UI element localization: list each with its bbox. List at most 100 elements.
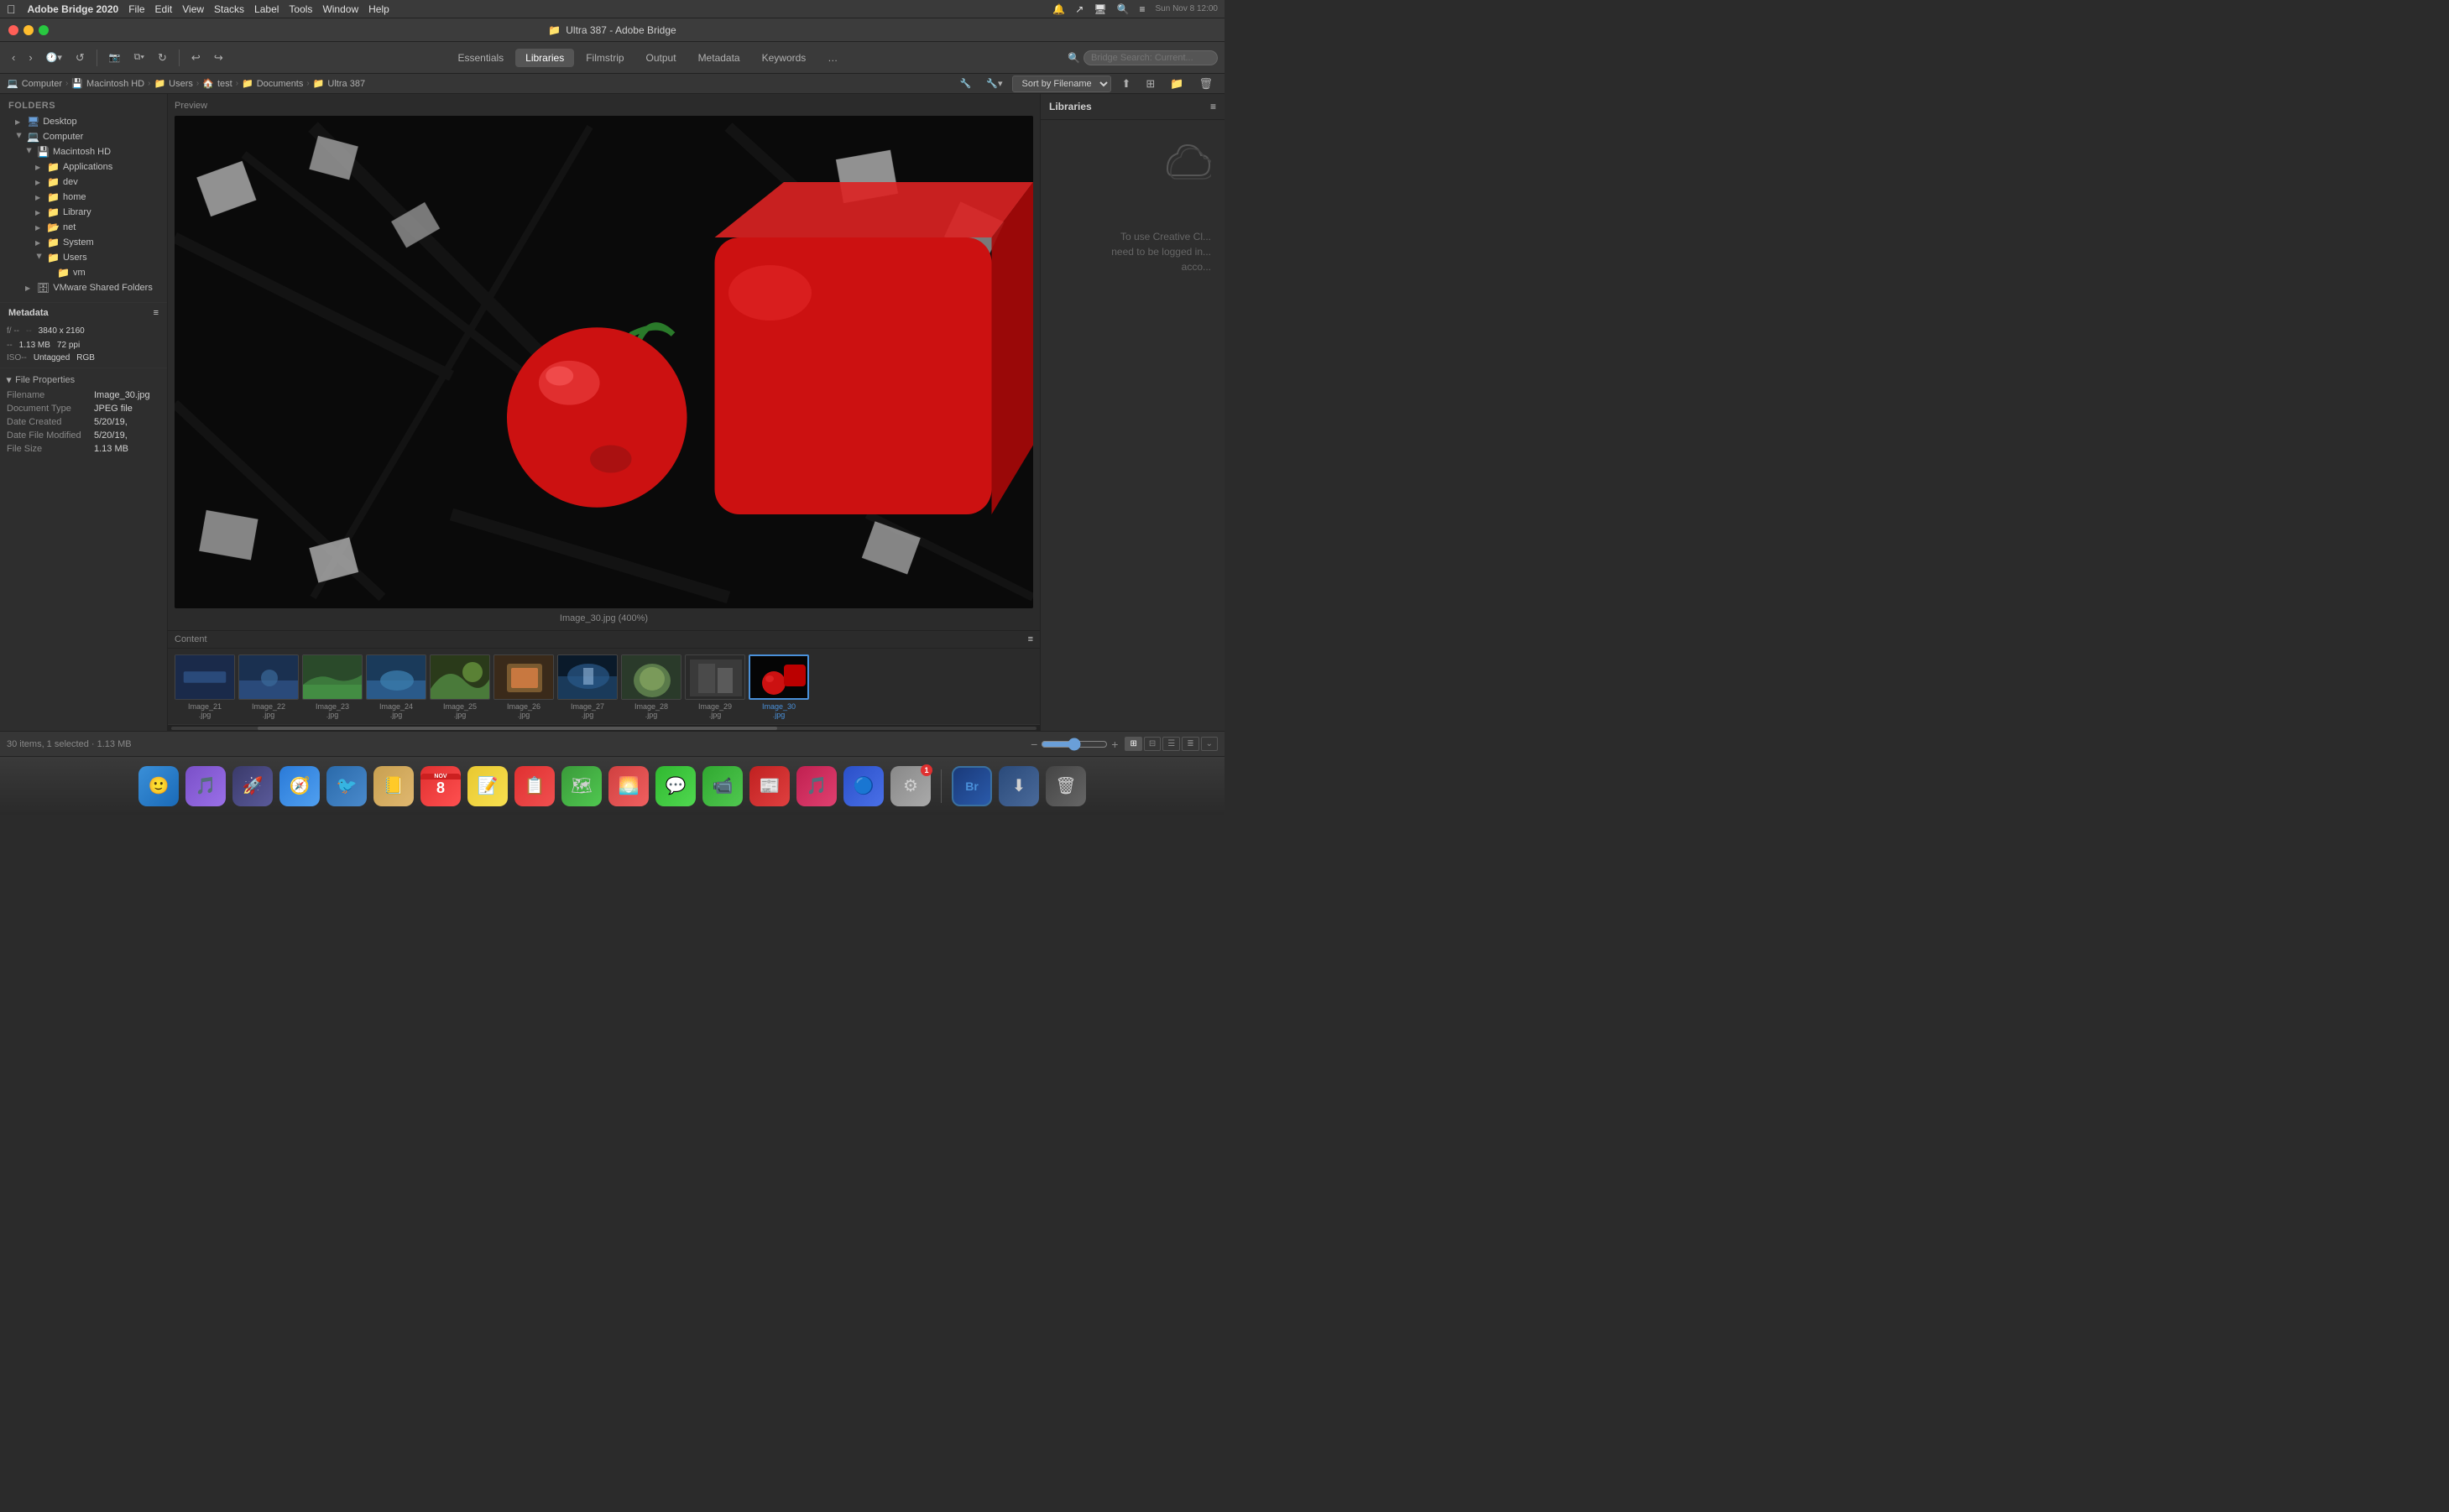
camera-button[interactable]: 📷 bbox=[104, 50, 126, 65]
dock-news[interactable]: 📰 bbox=[749, 766, 790, 806]
breadcrumb-computer[interactable]: 💻 Computer bbox=[7, 78, 62, 89]
dock-safari[interactable]: 🧭 bbox=[279, 766, 320, 806]
tab-filmstrip[interactable]: Filmstrip bbox=[576, 49, 634, 67]
dock-messages[interactable]: 💬 bbox=[655, 766, 696, 806]
breadcrumb-ultra387[interactable]: 📁 Ultra 387 bbox=[313, 78, 365, 89]
dock-systemprefs[interactable]: ⚙ 1 bbox=[890, 766, 931, 806]
redo-button[interactable]: ↪ bbox=[209, 49, 228, 67]
delete-button[interactable]: 🗑 bbox=[1193, 75, 1218, 93]
thumb-item-23[interactable]: Image_23.jpg bbox=[302, 654, 363, 719]
search-menubar-icon[interactable]: 🔍 bbox=[1117, 3, 1130, 15]
tab-libraries[interactable]: Libraries bbox=[515, 49, 574, 67]
sidebar-item-vmware[interactable]: ▶ 🗄 VMware Shared Folders bbox=[0, 280, 167, 295]
grid-view2-button[interactable]: ⊟ bbox=[1144, 737, 1161, 751]
more-view-button[interactable]: ⌄ bbox=[1201, 737, 1218, 751]
view-toggle-button[interactable]: ⊞ bbox=[1141, 75, 1160, 93]
grid-view-button[interactable]: ⊞ bbox=[1125, 737, 1141, 751]
dock-calendar[interactable]: NOV 8 bbox=[420, 766, 461, 806]
thumb-item-29[interactable]: Image_29.jpg bbox=[685, 654, 745, 719]
refresh-button[interactable]: ↻ bbox=[153, 49, 172, 67]
sidebar-item-net[interactable]: ▶ 📂 net bbox=[0, 220, 167, 235]
tab-essentials[interactable]: Essentials bbox=[447, 49, 514, 67]
tab-metadata[interactable]: Metadata bbox=[688, 49, 750, 67]
thumb-item-22[interactable]: Image_22.jpg bbox=[238, 654, 299, 719]
libraries-menu-icon[interactable]: ≡ bbox=[1210, 101, 1216, 112]
menubar-label[interactable]: Label bbox=[254, 3, 279, 15]
menubar-help[interactable]: Help bbox=[368, 3, 389, 15]
close-button[interactable] bbox=[8, 25, 18, 35]
dock-launchpad[interactable]: 🚀 bbox=[232, 766, 273, 806]
apple-menu[interactable]:  bbox=[7, 3, 16, 16]
minimize-button[interactable] bbox=[23, 25, 34, 35]
new-folder-button[interactable]: 📁 bbox=[1165, 75, 1188, 93]
dock-photos[interactable]: 🌅 bbox=[608, 766, 649, 806]
dock-notes[interactable]: 📝 bbox=[467, 766, 508, 806]
breadcrumb-macintoshhd[interactable]: 💾 Macintosh HD bbox=[71, 78, 144, 89]
content-scrollbar[interactable] bbox=[168, 724, 1040, 731]
tab-more[interactable]: … bbox=[817, 49, 848, 67]
dock-reminders[interactable]: 📋 bbox=[514, 766, 555, 806]
thumb-item-26[interactable]: Image_26.jpg bbox=[493, 654, 554, 719]
dock-contacts[interactable]: 📒 bbox=[373, 766, 414, 806]
sidebar-item-users[interactable]: ▶ 📁 Users bbox=[0, 250, 167, 265]
back-button[interactable]: ‹ bbox=[7, 49, 20, 66]
thumb-item-27[interactable]: Image_27.jpg bbox=[557, 654, 618, 719]
dock-music[interactable]: 🎵 bbox=[796, 766, 837, 806]
breadcrumb-documents[interactable]: 📁 Documents bbox=[242, 78, 303, 89]
thumb-item-30[interactable]: Image_30.jpg bbox=[749, 654, 809, 719]
sort-dropdown[interactable]: Sort by Filename bbox=[1012, 76, 1111, 92]
sidebar-item-computer[interactable]: ▶ 💻 Computer bbox=[0, 129, 167, 144]
file-properties-header[interactable]: ▶ File Properties bbox=[0, 372, 167, 388]
sidebar-item-vm[interactable]: 📁 vm bbox=[0, 265, 167, 280]
dock-siri[interactable]: 🎵 bbox=[185, 766, 226, 806]
dock-facetime[interactable]: 📹 bbox=[702, 766, 743, 806]
forward-button[interactable]: › bbox=[23, 49, 37, 66]
undo-button[interactable]: ↩ bbox=[186, 49, 206, 67]
date-modified-row: Date File Modified 5/20/19, bbox=[0, 429, 167, 442]
thumb-item-28[interactable]: Image_28.jpg bbox=[621, 654, 681, 719]
detail-view-button[interactable]: ≣ bbox=[1182, 737, 1198, 751]
sidebar-item-desktop[interactable]: ▶ 🖥 Desktop bbox=[0, 114, 167, 129]
dock-bridge[interactable]: Br bbox=[952, 766, 992, 806]
thumb-item-21[interactable]: Image_21.jpg bbox=[175, 654, 235, 719]
dock-trash[interactable]: 🗑 bbox=[1046, 766, 1086, 806]
thumb-item-25[interactable]: Image_25.jpg bbox=[430, 654, 490, 719]
menubar-app-name[interactable]: Adobe Bridge 2020 bbox=[28, 3, 119, 15]
menubar-window[interactable]: Window bbox=[322, 3, 358, 15]
list-view-button[interactable]: ☰ bbox=[1162, 737, 1180, 751]
sidebar-item-applications[interactable]: ▶ 📁 Applications bbox=[0, 159, 167, 175]
sidebar-item-system[interactable]: ▶ 📁 System bbox=[0, 235, 167, 250]
rotate-left-button[interactable]: ↺ bbox=[70, 49, 90, 67]
sidebar-item-home[interactable]: ▶ 📁 home bbox=[0, 190, 167, 205]
sidebar-item-library[interactable]: ▶ 📁 Library bbox=[0, 205, 167, 220]
content-menu-icon[interactable]: ≡ bbox=[1028, 634, 1033, 644]
tab-output[interactable]: Output bbox=[636, 49, 687, 67]
copy-button[interactable]: ⧉▾ bbox=[129, 50, 149, 65]
sort-asc-button[interactable]: ⬆ bbox=[1116, 75, 1136, 93]
zoom-in-button[interactable]: + bbox=[1111, 738, 1118, 751]
history-button[interactable]: 🕐▾ bbox=[41, 50, 67, 65]
metadata-menu-icon[interactable]: ≡ bbox=[154, 308, 159, 318]
zoom-slider[interactable] bbox=[1041, 738, 1108, 751]
tab-keywords[interactable]: Keywords bbox=[752, 49, 817, 67]
menubar-file[interactable]: File bbox=[128, 3, 144, 15]
menubar-edit[interactable]: Edit bbox=[155, 3, 173, 15]
breadcrumb-test[interactable]: 🏠 test bbox=[202, 78, 232, 89]
dock-downloads[interactable]: ⬇ bbox=[999, 766, 1039, 806]
filter2-button[interactable]: 🔧▾ bbox=[981, 76, 1007, 91]
sidebar-item-macintoshhd[interactable]: ▶ 💾 Macintosh HD bbox=[0, 144, 167, 159]
dock-tweetbot[interactable]: 🐦 bbox=[326, 766, 367, 806]
breadcrumb-users[interactable]: 📁 Users bbox=[154, 78, 192, 89]
dock-finder[interactable]: 🙂 bbox=[138, 766, 179, 806]
dock-maps[interactable]: 🗺 bbox=[561, 766, 602, 806]
filter-button[interactable]: 🔧 bbox=[955, 76, 977, 91]
dock-appstore[interactable]: 🔵 bbox=[843, 766, 884, 806]
menubar-stacks[interactable]: Stacks bbox=[214, 3, 244, 15]
menubar-view[interactable]: View bbox=[182, 3, 204, 15]
maximize-button[interactable] bbox=[39, 25, 49, 35]
thumb-item-24[interactable]: Image_24.jpg bbox=[366, 654, 426, 719]
sidebar-item-dev[interactable]: ▶ 📁 dev bbox=[0, 175, 167, 190]
menubar-tools[interactable]: Tools bbox=[289, 3, 312, 15]
zoom-out-button[interactable]: − bbox=[1031, 738, 1037, 751]
search-input[interactable] bbox=[1084, 50, 1218, 65]
